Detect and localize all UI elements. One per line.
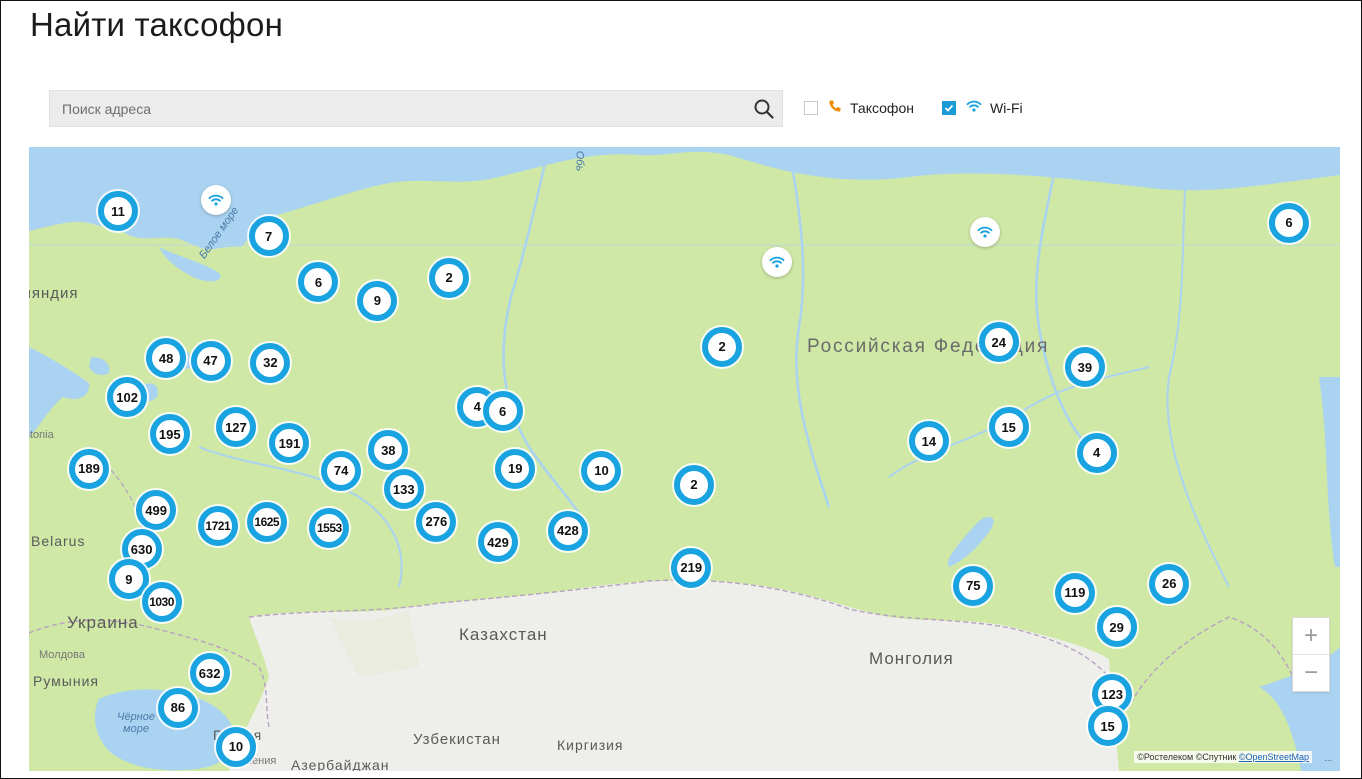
cluster-marker[interactable]: 127 [215,407,256,448]
search-bar [49,90,783,127]
label-moldova: Молдова [39,649,85,661]
cluster-marker[interactable]: 1721 [197,506,238,547]
search-input[interactable] [50,91,740,126]
cluster-marker[interactable]: 6 [1268,202,1309,243]
page-title: Найти таксофон [30,6,283,43]
cluster-marker[interactable]: 6 [482,391,523,432]
cluster-marker[interactable]: 14 [908,421,949,461]
cluster-marker[interactable]: 15 [1087,706,1128,747]
wifi-label: Wi-Fi [990,100,1023,116]
cluster-marker[interactable]: 26 [1149,563,1190,604]
label-belarus: Belarus [31,533,86,549]
wifi-icon [966,99,982,118]
wifi-checkbox[interactable] [942,101,956,115]
cluster-marker[interactable]: 29 [1096,607,1137,648]
label-romania: Румыния [33,673,100,689]
cluster-marker[interactable]: 1030 [141,582,182,622]
label-mongolia: Монголия [869,649,954,668]
cluster-marker[interactable]: 2 [429,257,470,298]
search-icon[interactable] [754,99,774,119]
cluster-marker[interactable]: 632 [189,653,230,694]
wifi-marker-icon[interactable] [761,246,792,277]
cluster-marker[interactable]: 276 [416,501,457,542]
cluster-marker[interactable]: 74 [321,450,362,491]
cluster-marker[interactable]: 499 [136,490,177,530]
label-black-sea: Чёрное море [117,711,155,735]
payphone-label: Таксофон [850,100,914,116]
zoom-out-button[interactable]: − [1293,654,1329,691]
cluster-marker[interactable]: 2 [702,326,743,367]
wifi-marker-icon[interactable] [200,184,231,215]
map-attribution: ©Ростелеком ©Спутник ©OpenStreetMap [1134,751,1312,763]
cluster-marker[interactable]: 4 [1076,432,1117,473]
cluster-marker[interactable]: 10 [215,726,256,767]
label-kazakhstan: Казахстан [459,625,548,644]
cluster-marker[interactable]: 429 [478,522,519,563]
label-kyrgyzstan: Киргизия [557,737,624,753]
zoom-in-button[interactable]: + [1293,618,1329,654]
osm-link[interactable]: ©OpenStreetMap [1239,752,1309,762]
cluster-marker[interactable]: 189 [69,448,109,489]
cluster-marker[interactable]: 47 [190,340,231,381]
label-finland: Финляндия [29,285,79,302]
cluster-marker[interactable]: 428 [547,510,588,551]
attribution-more-button[interactable]: ... [1324,753,1332,763]
label-uzbekistan: Узбекистан [413,731,501,748]
cluster-marker[interactable]: 15 [988,407,1029,448]
cluster-marker[interactable]: 9 [357,280,398,321]
filter-wifi[interactable]: Wi-Fi [942,98,1023,118]
attribution-text: ©Ростелеком ©Спутник [1137,752,1237,762]
label-ob: Обь [573,150,586,172]
phone-icon [828,99,842,118]
cluster-marker[interactable]: 7 [248,216,289,257]
wifi-marker-icon[interactable] [970,216,1001,247]
cluster-marker[interactable]: 32 [250,342,291,383]
cluster-marker[interactable]: 19 [495,448,536,489]
cluster-marker[interactable]: 2 [673,464,714,505]
cluster-marker[interactable]: 195 [149,414,190,455]
zoom-control: + − [1292,617,1330,692]
map[interactable]: Российская Федерация Казахстан Монголия … [29,147,1340,771]
cluster-marker[interactable]: 133 [383,469,424,510]
filter-payphone[interactable]: Таксофон [804,98,914,118]
cluster-marker[interactable]: 24 [978,322,1019,363]
label-azerbaijan: Азербайджан [291,757,390,771]
cluster-marker[interactable]: 48 [146,338,187,379]
cluster-marker[interactable]: 39 [1064,347,1105,388]
payphone-checkbox[interactable] [804,101,818,115]
label-ukraine: Украина [67,613,139,632]
cluster-marker[interactable]: 219 [671,547,712,588]
cluster-marker[interactable]: 86 [157,687,198,728]
cluster-marker[interactable]: 1625 [246,501,287,542]
label-estonia: Estonia [29,429,54,441]
cluster-marker[interactable]: 119 [1054,572,1095,613]
cluster-marker[interactable]: 11 [98,191,139,231]
cluster-marker[interactable]: 75 [953,565,994,606]
